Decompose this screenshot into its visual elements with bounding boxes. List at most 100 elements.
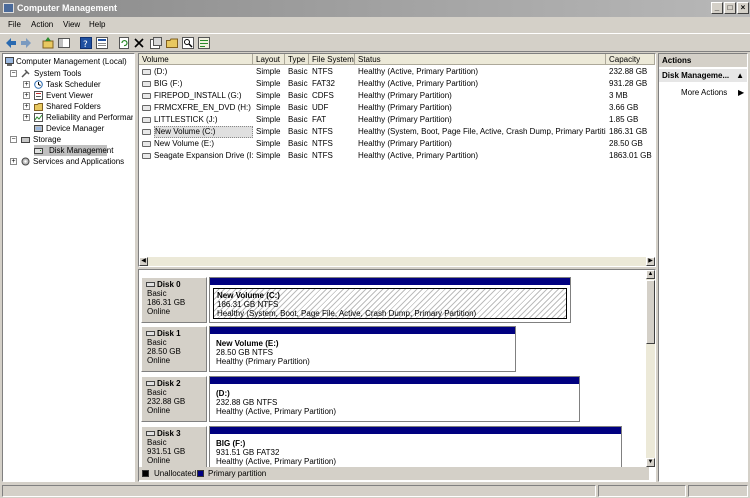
refresh-icon[interactable] <box>118 37 130 49</box>
column-header-type[interactable]: Type <box>285 54 309 65</box>
cell-capacity: 3 MB <box>609 91 628 100</box>
tree-label-event-viewer: Event Viewer <box>46 91 93 100</box>
volume-list-horizontal-scrollbar[interactable]: ◀ ▶ <box>139 257 655 266</box>
cell-file-system: NTFS <box>312 139 333 148</box>
disk-name: Disk 1 <box>157 329 181 338</box>
menu-view[interactable]: View <box>63 20 80 29</box>
volume-drive-icon <box>142 141 151 147</box>
partition-status: Healthy (Primary Partition) <box>216 357 310 366</box>
table-row[interactable]: FRMCXFRE_EN_DVD (H:) Simple Basic UDF Health… <box>139 102 649 114</box>
tree-item-reliability[interactable]: Reliability and Performance <box>34 112 133 123</box>
column-header-status[interactable]: Status <box>355 54 606 65</box>
back-icon[interactable] <box>5 37 17 49</box>
properties-panel-icon[interactable] <box>96 37 108 49</box>
cell-type: Basic <box>288 115 308 124</box>
expand-reliability[interactable]: + <box>23 114 30 121</box>
cell-volume: New Volume (C:) <box>154 126 253 138</box>
partition-type-bar <box>210 377 579 384</box>
actions-section-disk-management[interactable]: Disk Manageme... ▲ <box>659 69 747 82</box>
tree-label-reliability: Reliability and Performance <box>46 113 133 122</box>
partition-block[interactable]: (D:) 232.88 GB NTFS Healthy (Active, Prima… <box>209 376 580 422</box>
volume-drive-icon <box>142 153 151 159</box>
cell-volume: LITTLESTICK (J:) <box>154 115 218 124</box>
cell-file-system: NTFS <box>312 127 333 136</box>
partition-name: (D:) <box>216 389 230 398</box>
table-row[interactable]: (D:) Simple Basic NTFS Healthy (Active, Prim… <box>139 66 649 78</box>
disk-size: 232.88 GB <box>147 397 186 406</box>
status-panel-main <box>2 485 596 497</box>
cell-status: Healthy (Primary Partition) <box>358 115 452 124</box>
up-icon[interactable] <box>42 37 54 49</box>
cell-type: Basic <box>288 79 308 88</box>
collapse-arrow-icon: ▲ <box>736 71 744 80</box>
volume-drive-icon <box>142 69 151 75</box>
forward-icon[interactable] <box>20 37 32 49</box>
cell-file-system: FAT32 <box>312 79 335 88</box>
expand-services[interactable]: + <box>10 158 17 165</box>
menu-action[interactable]: Action <box>31 20 53 29</box>
disk-label[interactable]: Disk 2 Basic 232.88 GB Online <box>141 376 207 422</box>
disk-graph-pane: Disk 0 Basic 186.31 GB Online New Volume (C:… <box>138 269 656 482</box>
partition-block[interactable]: BIG (F:) 931.51 GB FAT32 Healthy (Active, … <box>209 426 622 472</box>
collapse-system-tools[interactable]: − <box>10 70 17 77</box>
more-actions-item[interactable]: More Actions ▶ <box>681 88 744 97</box>
expand-shared-folders[interactable]: + <box>23 103 30 110</box>
table-row[interactable]: Seagate Expansion Drive (I:) Simple Basic N… <box>139 150 652 162</box>
properties-icon[interactable] <box>150 37 162 49</box>
disk-name: Disk 3 <box>157 429 181 438</box>
scroll-up-button[interactable]: ▲ <box>646 270 655 279</box>
table-row[interactable]: LITTLESTICK (J:) Simple Basic FAT Healthy (P… <box>139 114 649 126</box>
export-icon[interactable] <box>198 37 210 49</box>
disk-label[interactable]: Disk 0 Basic 186.31 GB Online <box>141 277 207 323</box>
disk-graph-vertical-scrollbar[interactable]: ▲ ▼ <box>646 270 655 467</box>
disk-name: Disk 2 <box>157 379 181 388</box>
table-row[interactable]: New Volume (E:) Simple Basic NTFS Healthy (P… <box>139 138 649 150</box>
cell-type: Basic <box>288 139 308 148</box>
tree-label-device-manager: Device Manager <box>46 124 105 133</box>
column-header-volume[interactable]: Volume <box>139 54 253 65</box>
disk-label[interactable]: Disk 3 Basic 931.51 GB Online <box>141 426 207 472</box>
disk-state: Online <box>147 406 171 415</box>
primary-partition-swatch <box>197 470 204 477</box>
partition-name: New Volume (E:) <box>216 339 279 348</box>
open-icon[interactable] <box>166 37 178 49</box>
column-header-file-system[interactable]: File System <box>309 54 355 65</box>
column-header-layout[interactable]: Layout <box>253 54 285 65</box>
scroll-right-button[interactable]: ▶ <box>646 257 655 266</box>
menu-file[interactable]: File <box>8 20 21 29</box>
disk-type: Basic <box>147 388 167 397</box>
scroll-left-button[interactable]: ◀ <box>139 257 148 266</box>
scroll-down-button[interactable]: ▼ <box>646 458 655 467</box>
close-button[interactable]: × <box>737 2 749 14</box>
disk-state: Online <box>147 456 171 465</box>
expand-task-scheduler[interactable]: + <box>23 81 30 88</box>
column-header-capacity[interactable]: Capacity <box>606 54 655 65</box>
collapse-storage[interactable]: − <box>10 136 17 143</box>
minimize-button[interactable]: _ <box>711 2 723 14</box>
disk-label[interactable]: Disk 1 Basic 28.50 GB Online <box>141 326 207 372</box>
menu-help[interactable]: Help <box>89 20 105 29</box>
table-row[interactable]: FIREPOD_INSTALL (G:) Simple Basic CDFS Healt… <box>139 90 649 102</box>
svg-text:?: ? <box>83 40 88 49</box>
maximize-button[interactable]: □ <box>724 2 736 14</box>
show-hide-tree-icon[interactable] <box>58 37 70 49</box>
table-row[interactable]: BIG (F:) Simple Basic FAT32 Healthy (Active,… <box>139 78 649 90</box>
partition-block[interactable]: New Volume (C:) 186.31 GB NTFS Healthy (Sy… <box>209 277 571 323</box>
table-row[interactable]: New Volume (C:) Simple Basic NTFS Healthy (S… <box>139 126 649 138</box>
expand-event-viewer[interactable]: + <box>23 92 30 99</box>
cell-layout: Simple <box>256 115 281 124</box>
cell-volume: FRMCXFRE_EN_DVD (H:) <box>154 103 251 112</box>
tree-item-disk-management[interactable]: Disk Management <box>34 145 113 156</box>
actions-header: Actions <box>659 54 747 67</box>
help-icon[interactable]: ? <box>80 37 92 49</box>
submenu-arrow-icon: ▶ <box>738 88 745 97</box>
partition-block[interactable]: New Volume (E:) 28.50 GB NTFS Healthy (Pri… <box>209 326 516 372</box>
actions-section-label: Disk Manageme... <box>662 71 730 80</box>
disk-size: 931.51 GB <box>147 447 186 456</box>
search-icon[interactable] <box>182 37 194 49</box>
scrollbar-thumb[interactable] <box>646 280 655 344</box>
cell-capacity: 186.31 GB <box>609 127 648 136</box>
cell-volume: (D:) <box>154 67 168 76</box>
disk-name: Disk 0 <box>157 280 181 289</box>
delete-icon[interactable] <box>133 37 145 49</box>
